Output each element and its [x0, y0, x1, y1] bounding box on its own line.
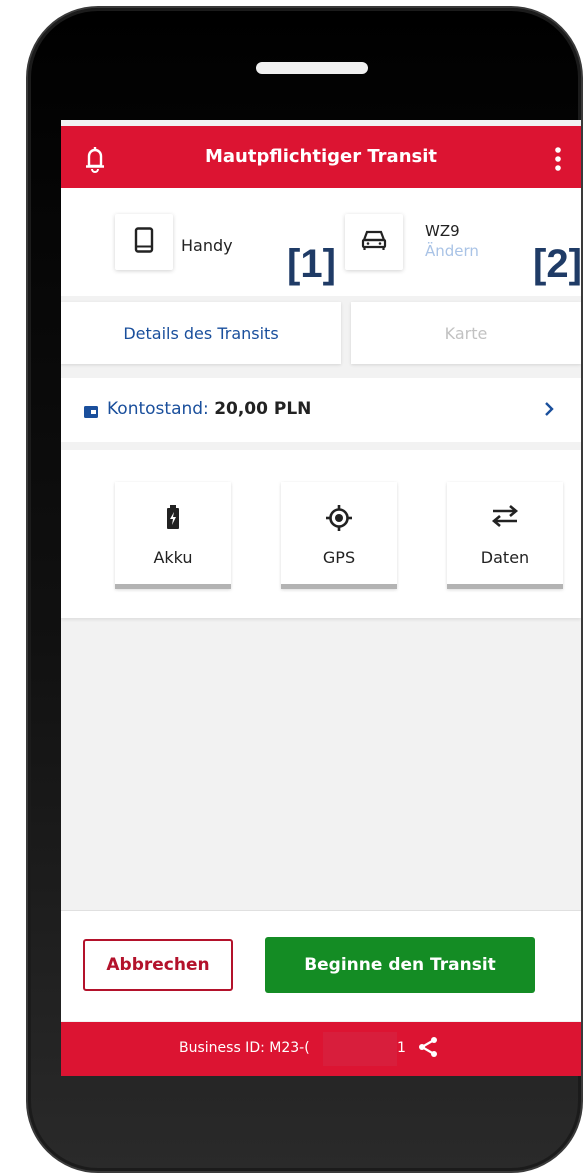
device-label: Handy: [181, 236, 233, 255]
account-balance: Kontostand: 20,00 PLN: [107, 399, 311, 419]
tab-details[interactable]: Details des Transits: [61, 302, 341, 364]
battery-icon: [165, 504, 181, 532]
vehicle-tile[interactable]: [345, 214, 403, 270]
action-bar: Abbrechen Beginne den Transit: [61, 910, 581, 1021]
app-header: Mautpflichtiger Transit: [61, 126, 581, 188]
phone-icon: [134, 227, 154, 257]
cancel-button[interactable]: Abbrechen: [83, 939, 233, 991]
status-label: Akku: [153, 548, 193, 567]
balance-label: Kontostand:: [107, 399, 209, 419]
gps-icon: [325, 504, 353, 532]
tab-map[interactable]: Karte: [351, 302, 581, 364]
balance-amount: 20,00 PLN: [214, 399, 312, 419]
status-panel: Akku GPS Daten: [61, 450, 581, 618]
status-tile-gps[interactable]: GPS: [281, 482, 397, 589]
balance-row[interactable]: Kontostand: 20,00 PLN: [61, 378, 581, 442]
marker-1: [1]: [287, 242, 336, 286]
phone-frame: Mautpflichtiger Transit Handy [1] WZ9 Än…: [26, 6, 583, 1173]
status-label: Daten: [480, 548, 530, 567]
marker-2: [2]: [533, 242, 581, 286]
vehicle-plate: WZ9: [425, 222, 460, 240]
kebab-menu-icon[interactable]: [553, 146, 563, 172]
car-icon: [361, 229, 387, 255]
device-tile[interactable]: [115, 214, 173, 270]
app-screen: Mautpflichtiger Transit Handy [1] WZ9 Än…: [61, 120, 581, 1076]
status-tile-battery[interactable]: Akku: [115, 482, 231, 589]
data-transfer-icon: [490, 504, 520, 532]
business-id: Business ID: M23-(: [179, 1040, 310, 1056]
footer-bar: Business ID: M23-( 1: [61, 1022, 581, 1076]
status-label: GPS: [322, 548, 356, 567]
share-icon[interactable]: [417, 1036, 439, 1058]
business-id-suffix: 1: [397, 1040, 406, 1056]
device-vehicle-row: Handy [1] WZ9 Ändern [2]: [61, 188, 581, 296]
phone-speaker: [256, 62, 368, 74]
wallet-icon: [84, 403, 98, 418]
start-transit-button[interactable]: Beginne den Transit: [265, 937, 535, 993]
tabs: Details des Transits Karte: [61, 302, 581, 368]
page-title: Mautpflichtiger Transit: [205, 146, 437, 167]
status-tile-data[interactable]: Daten: [447, 482, 563, 589]
change-vehicle-link[interactable]: Ändern: [425, 242, 479, 260]
chevron-right-icon[interactable]: [543, 400, 555, 418]
redaction-box: [323, 1032, 397, 1066]
